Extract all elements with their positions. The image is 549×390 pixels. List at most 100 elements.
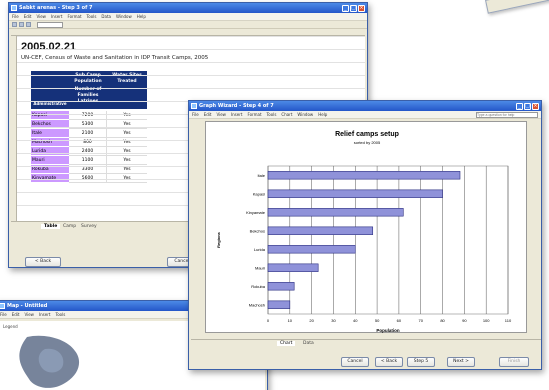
table-row-value[interactable]: 1100 [69, 156, 107, 165]
close-button[interactable]: × [358, 4, 365, 12]
sheet-tab-survey[interactable]: Survey [81, 224, 97, 229]
chart-app-icon [191, 103, 197, 109]
table-row-value[interactable]: 2100 [69, 129, 107, 138]
chart-subtitle: sorted by 2005 [354, 140, 381, 145]
cell-reference-box[interactable] [37, 21, 63, 28]
y-tick-label: Kinyamate [246, 210, 266, 215]
chart-menu-edit[interactable]: Edit [204, 112, 212, 117]
x-tick-label: 100 [483, 318, 490, 323]
map-app-icon [0, 303, 5, 309]
chart-sheet-tab-bar: Chart Data [191, 339, 541, 348]
spreadsheet-menubar: File Edit View Insert Format Tools Data … [9, 13, 367, 21]
x-tick-label: 110 [505, 318, 512, 323]
chart-close-button[interactable]: × [532, 102, 539, 110]
table-row-name[interactable]: Kapasi [31, 111, 69, 120]
table-row-value[interactable]: 7200 [69, 111, 107, 120]
chart-menu-insert[interactable]: Insert [231, 112, 242, 117]
menu-view[interactable]: View [36, 14, 46, 19]
spreadsheet-toolbar [9, 21, 367, 29]
chart-menu-file[interactable]: File [192, 112, 199, 117]
map-menu-file[interactable]: File [0, 312, 7, 317]
chart-minimize-button[interactable]: _ [516, 102, 523, 110]
x-tick-label: 60 [397, 318, 402, 323]
chart-menu-window[interactable]: Window [297, 112, 313, 117]
chart-next-button[interactable]: Next > [447, 357, 475, 367]
map-menu-edit[interactable]: Edit [12, 312, 20, 317]
chart-title-bar: Graph Wizard - Step 4 of 7 _ □ × [189, 101, 541, 111]
x-tick-label: 80 [440, 318, 445, 323]
bar [267, 208, 404, 217]
save-icon[interactable] [26, 22, 31, 27]
chart-sheet-tab-chart[interactable]: Chart [277, 341, 296, 346]
table-row-value[interactable]: 2400 [69, 147, 107, 156]
bar [267, 171, 461, 180]
chart-window-title: Graph Wizard - Step 4 of 7 [199, 103, 274, 109]
table-row-name[interactable]: Itale [31, 129, 69, 138]
x-tick-label: 50 [375, 318, 380, 323]
menu-data[interactable]: Data [101, 14, 111, 19]
map-menu-insert[interactable]: Insert [39, 312, 50, 317]
table-row-treated[interactable]: Yes [107, 111, 147, 120]
menu-help[interactable]: Help [137, 14, 146, 19]
map-menu-tools[interactable]: Tools [55, 312, 65, 317]
sheet-subtitle: UN-CEF, Census of Waste and Sanitation i… [21, 55, 209, 61]
table-row-treated[interactable]: Yes [107, 129, 147, 138]
chart-finish-button[interactable]: Finish [499, 357, 529, 367]
grid-line [17, 88, 365, 89]
table-row-treated[interactable]: Yes [107, 147, 147, 156]
chart-back-button[interactable]: < Back [375, 357, 403, 367]
chart-cancel-button[interactable]: Cancel [341, 357, 369, 367]
x-tick-label: 20 [309, 318, 314, 323]
map-terrain [19, 335, 80, 388]
spreadsheet-back-button[interactable]: < Back [25, 257, 61, 267]
chart-step-select[interactable]: Step 5 [407, 357, 435, 367]
menu-window[interactable]: Window [116, 14, 132, 19]
help-search-input[interactable] [476, 111, 538, 118]
chart-menu-help[interactable]: Help [318, 112, 327, 117]
y-tick-label: Itale [257, 173, 265, 178]
chart-menu-view[interactable]: View [216, 112, 226, 117]
chart-menubar: File Edit View Insert Format Tools Chart… [189, 111, 541, 119]
spreadsheet-title-bar: Sabkt arenas - Step 3 of 7 _ □ × [9, 3, 367, 13]
table-row-name[interactable]: Mauri [31, 156, 69, 165]
y-tick-label: Machosh [249, 302, 265, 307]
sheet-tab-camp[interactable]: Camp [63, 224, 76, 229]
table-row-name[interactable]: Lurida [31, 147, 69, 156]
menu-format[interactable]: Format [67, 14, 81, 19]
menu-insert[interactable]: Insert [51, 14, 62, 19]
grid-line [17, 36, 365, 37]
minimize-button[interactable]: _ [342, 4, 349, 12]
y-tick-label: Mauri [255, 265, 265, 270]
menu-file[interactable]: File [12, 14, 19, 19]
chart-menu-chart[interactable]: Chart [281, 112, 292, 117]
chart-maximize-button[interactable]: □ [524, 102, 531, 110]
sheet-tab-table[interactable]: Table [41, 224, 61, 229]
chart-area[interactable]: Relief camps setup sorted by 2005 0 10 20 30 4… [205, 121, 527, 333]
spreadsheet-window-title: Sabkt arenas - Step 3 of 7 [19, 5, 93, 11]
y-tick-label: Rokuba [251, 284, 266, 289]
open-icon[interactable] [19, 22, 24, 27]
new-icon[interactable] [12, 22, 17, 27]
menu-edit[interactable]: Edit [24, 14, 32, 19]
chart-sheet-tab-data[interactable]: Data [303, 341, 314, 346]
x-tick-label: 10 [288, 318, 293, 323]
chart-window: Graph Wizard - Step 4 of 7 _ □ × File Ed… [188, 100, 542, 370]
grid-line [17, 62, 365, 63]
bar [267, 282, 295, 291]
x-tick-label: 0 [267, 318, 270, 323]
map-menu-view[interactable]: View [24, 312, 34, 317]
chart-menu-format[interactable]: Format [247, 112, 261, 117]
bar-chart: Relief camps setup sorted by 2005 0 10 20 30 4… [216, 131, 512, 333]
y-tick-label: Bekchos [250, 228, 265, 233]
chart-menu-tools[interactable]: Tools [267, 112, 277, 117]
bar [267, 300, 291, 309]
bar [267, 189, 443, 198]
x-tick-label: 30 [331, 318, 336, 323]
grid-line [17, 49, 365, 50]
desktop: Map - Untitled File Edit View Insert Too… [0, 0, 549, 390]
maximize-button[interactable]: □ [350, 4, 357, 12]
x-axis-label: Population [376, 328, 399, 333]
table-row-treated[interactable]: Yes [107, 156, 147, 165]
x-tick-label: 40 [353, 318, 358, 323]
menu-tools[interactable]: Tools [87, 14, 97, 19]
